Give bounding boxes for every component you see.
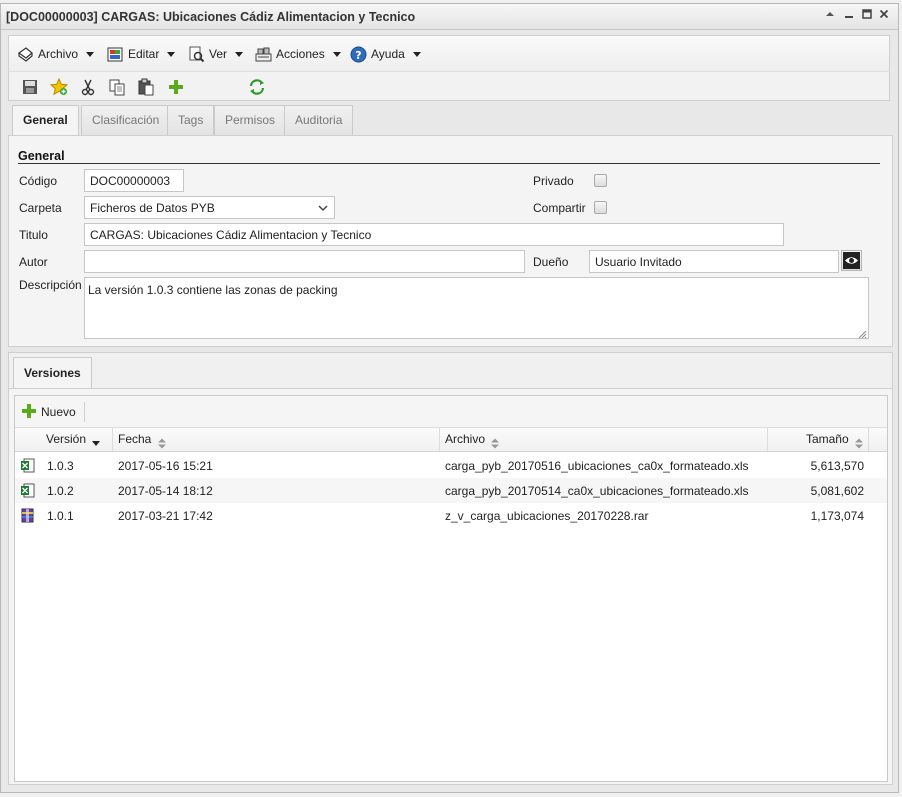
document-tabs: General Clasificación Tags Permisos Audi… [8, 101, 890, 136]
grid-toolbar: Nuevo [15, 396, 887, 428]
menu-ver[interactable]: Ver [188, 43, 244, 65]
excel-file-icon [20, 483, 35, 498]
menu-bar: Archivo Editar Ver Acciones ? Ayuda [8, 35, 890, 71]
titulo-field[interactable]: CARGAS: Ubicaciones Cádiz Alimentacion y… [84, 223, 784, 246]
archive-icon [17, 46, 34, 63]
add-icon [21, 403, 37, 422]
archivo-cell[interactable]: carga_pyb_20170514_ca0x_ubicaciones_form… [445, 484, 749, 498]
menu-editar[interactable]: Editar [107, 43, 176, 65]
tamano-cell: 1,173,074 [810, 509, 864, 523]
chevron-down-icon [412, 51, 421, 57]
version-cell: 1.0.3 [47, 459, 74, 473]
fecha-cell: 2017-03-21 17:42 [118, 509, 213, 523]
chevron-down-icon [86, 51, 95, 57]
eye-icon[interactable] [841, 250, 862, 271]
title-bar[interactable]: [DOC00000003] CARGAS: Ubicaciones Cádiz … [1, 4, 898, 30]
cut-icon[interactable] [79, 78, 97, 96]
fecha-cell: 2017-05-14 18:12 [118, 484, 213, 498]
toolbar-separator [84, 402, 85, 422]
table-row[interactable]: 1.0.1 2017-03-21 17:42 z_v_carga_ubicaci… [15, 503, 887, 528]
tab-clasificacion[interactable]: Clasificación [81, 105, 171, 135]
autor-label: Autor [19, 255, 48, 269]
collapse-icon[interactable] [824, 9, 836, 23]
column-header-spacer [868, 428, 888, 451]
versions-grid: Nuevo Versión Fecha Archivo Tamaño 1.0.3… [14, 395, 888, 782]
version-cell: 1.0.2 [47, 484, 74, 498]
window-title: [DOC00000003] CARGAS: Ubicaciones Cádiz … [6, 10, 416, 24]
carpeta-value: Ficheros de Datos PYB [90, 201, 215, 215]
actions-icon [255, 46, 272, 63]
grid-header: Versión Fecha Archivo Tamaño [15, 428, 887, 452]
save-icon[interactable] [21, 78, 39, 96]
help-icon: ? [350, 46, 367, 63]
paste-icon[interactable] [137, 78, 155, 96]
column-header-fecha[interactable]: Fecha [112, 428, 171, 451]
titulo-label: Titulo [19, 228, 48, 242]
versions-tabs: Versiones [8, 353, 893, 388]
dueno-field[interactable]: Usuario Invitado [589, 250, 839, 273]
menu-acciones[interactable]: Acciones [255, 43, 341, 65]
chevron-down-icon [235, 51, 244, 57]
new-version-button[interactable]: Nuevo [21, 402, 76, 422]
menu-archivo[interactable]: Archivo [17, 43, 95, 65]
general-panel: General Código DOC00000003 Carpeta Fiche… [8, 135, 893, 347]
sort-icon [157, 434, 166, 449]
rar-file-icon [20, 508, 35, 523]
close-icon[interactable] [878, 9, 890, 23]
chevron-down-icon [167, 51, 176, 57]
descripcion-label: Descripción [19, 278, 82, 292]
tab-versiones[interactable]: Versiones [13, 357, 92, 388]
codigo-label: Código [19, 174, 58, 188]
column-header-tamano[interactable]: Tamaño [767, 428, 868, 451]
privado-checkbox[interactable] [594, 174, 607, 187]
descripcion-value: La versión 1.0.3 contiene las zonas de p… [88, 283, 338, 297]
tab-auditoria[interactable]: Auditoria [284, 105, 354, 135]
refresh-icon[interactable] [248, 78, 266, 96]
copy-icon[interactable] [108, 78, 126, 96]
compartir-checkbox[interactable] [594, 201, 607, 214]
add-icon[interactable] [167, 78, 185, 96]
star-icon[interactable] [49, 77, 69, 96]
privado-label: Privado [533, 174, 574, 188]
chevron-down-icon[interactable] [316, 201, 330, 215]
table-row[interactable]: 1.0.3 2017-05-16 15:21 carga_pyb_2017051… [15, 453, 887, 478]
column-header-archivo[interactable]: Archivo [439, 428, 504, 451]
section-title: General [18, 149, 65, 163]
archivo-cell[interactable]: carga_pyb_20170516_ubicaciones_ca0x_form… [445, 459, 749, 473]
toolbar [8, 71, 890, 101]
tamano-cell: 5,081,602 [810, 484, 864, 498]
edit-icon [107, 46, 124, 63]
fecha-cell: 2017-05-16 15:21 [118, 459, 213, 473]
tab-permisos[interactable]: Permisos [214, 105, 287, 135]
tab-general[interactable]: General [12, 105, 79, 136]
dueno-label: Dueño [533, 255, 569, 269]
table-row[interactable]: 1.0.2 2017-05-14 18:12 carga_pyb_2017051… [15, 478, 887, 503]
minimize-icon[interactable] [843, 9, 855, 23]
sort-icon [855, 434, 863, 449]
archivo-cell[interactable]: z_v_carga_ubicaciones_20170228.rar [445, 509, 648, 523]
section-divider [18, 163, 880, 164]
autor-field[interactable] [84, 250, 525, 273]
new-version-label: Nuevo [41, 405, 76, 419]
carpeta-select[interactable]: Ficheros de Datos PYB [84, 196, 335, 219]
version-cell: 1.0.1 [47, 509, 74, 523]
column-header-version[interactable]: Versión [41, 428, 105, 451]
svg-text:?: ? [355, 49, 361, 62]
tab-tags[interactable]: Tags [167, 105, 215, 135]
sort-icon [491, 434, 500, 449]
view-icon [188, 46, 205, 63]
tamano-cell: 5,613,570 [810, 459, 864, 473]
excel-file-icon [20, 458, 35, 473]
menu-ayuda[interactable]: ? Ayuda [350, 43, 421, 65]
sort-desc-icon [92, 434, 101, 447]
compartir-label: Compartir [533, 201, 586, 215]
document-window: [DOC00000003] CARGAS: Ubicaciones Cádiz … [0, 3, 899, 793]
chevron-down-icon [332, 51, 341, 57]
codigo-field[interactable]: DOC00000003 [84, 169, 184, 192]
maximize-icon[interactable] [861, 9, 873, 23]
versions-panel: Nuevo Versión Fecha Archivo Tamaño 1.0.3… [8, 388, 893, 785]
descripcion-textarea[interactable]: La versión 1.0.3 contiene las zonas de p… [84, 277, 869, 339]
carpeta-label: Carpeta [19, 201, 62, 215]
resize-grip-icon[interactable] [858, 328, 867, 339]
